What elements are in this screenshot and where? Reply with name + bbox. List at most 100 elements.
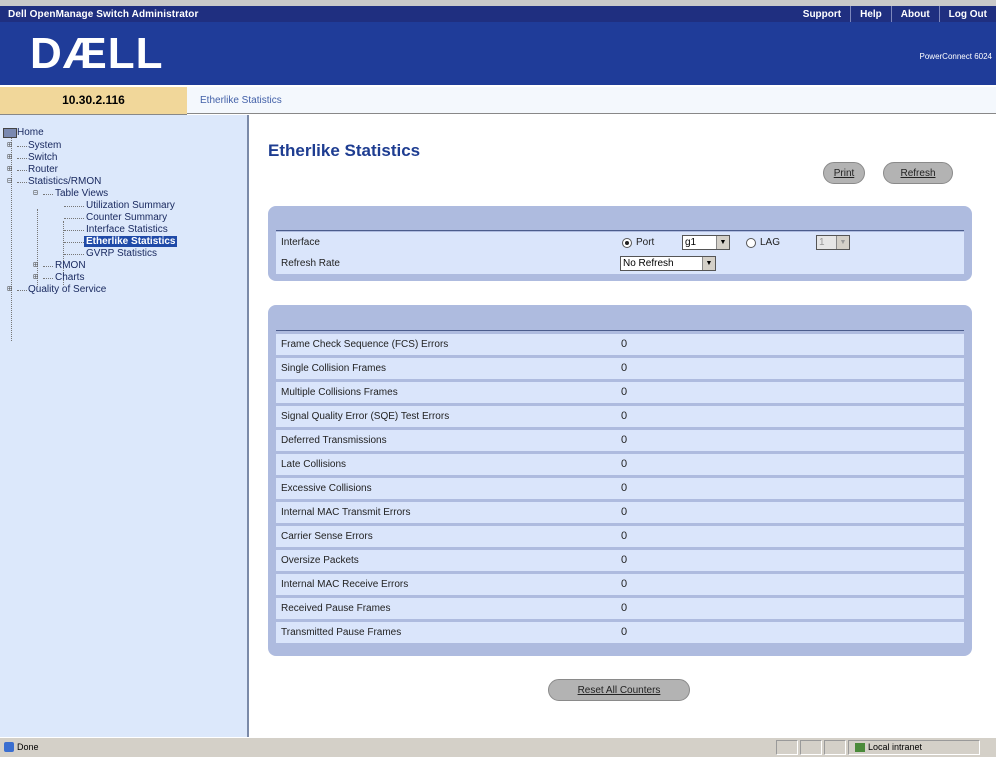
statistics-row: Multiple Collisions Frames 0 (276, 382, 964, 403)
expand-icon[interactable]: ⊞ (7, 152, 12, 161)
statistic-value: 0 (621, 386, 628, 398)
statistics-row: Single Collision Frames 0 (276, 358, 964, 379)
status-bar: Done Local intranet (0, 737, 996, 757)
tree-guide-line (17, 170, 27, 171)
statistics-row: Excessive Collisions 0 (276, 478, 964, 499)
statistic-label: Multiple Collisions Frames (281, 387, 398, 398)
statistic-label: Late Collisions (281, 459, 347, 470)
statistic-value: 0 (621, 506, 628, 518)
tree-item-rmon[interactable]: RMON (55, 260, 86, 271)
port-select[interactable]: g1 ▼ (682, 235, 730, 250)
intranet-zone-icon (855, 743, 865, 752)
page-title: Etherlike Statistics (268, 141, 421, 160)
tree-item-charts[interactable]: Charts (55, 272, 84, 283)
statistics-row: Received Pause Frames 0 (276, 598, 964, 619)
statistic-value: 0 (621, 362, 628, 374)
expand-icon[interactable]: ⊞ (7, 140, 12, 149)
app-title: Dell OpenManage Switch Administrator (8, 9, 199, 20)
tree-item-etherlike-statistics[interactable]: Etherlike Statistics (84, 236, 178, 247)
collapse-icon[interactable]: ⊟ (7, 176, 12, 185)
zone-text: Local intranet (868, 742, 923, 752)
page-icon (4, 742, 14, 752)
refresh-button[interactable]: Refresh (883, 162, 953, 184)
tree-item-home[interactable]: Home (17, 127, 44, 138)
tree-guide-line (17, 182, 27, 183)
dropdown-arrow-icon: ▼ (716, 236, 729, 249)
banner: DÆLL PowerConnect 6024 (0, 22, 996, 85)
tree-item-gvrp-statistics[interactable]: GVRP Statistics (86, 248, 157, 259)
refresh-rate-value: No Refresh (623, 258, 674, 269)
statistics-row: Transmitted Pause Frames 0 (276, 622, 964, 643)
support-link[interactable]: Support (794, 6, 850, 22)
logout-link[interactable]: Log Out (938, 6, 996, 22)
statistic-label: Deferred Transmissions (281, 435, 387, 446)
statistic-label: Oversize Packets (281, 555, 359, 566)
tree-item-table-views[interactable]: Table Views (55, 188, 108, 199)
tree-guide-line (17, 146, 27, 147)
statistic-value: 0 (621, 626, 628, 638)
statistics-row: Carrier Sense Errors 0 (276, 526, 964, 547)
tree-item-switch[interactable]: Switch (28, 152, 57, 163)
statistic-value: 0 (621, 602, 628, 614)
main-content: Etherlike Statistics Print Refresh Inter… (251, 115, 996, 737)
help-link[interactable]: Help (850, 6, 891, 22)
statistic-label: Internal MAC Receive Errors (281, 579, 409, 590)
expand-icon[interactable]: ⊞ (7, 164, 12, 173)
tree-item-system[interactable]: System (28, 140, 61, 151)
expand-icon[interactable]: ⊞ (7, 284, 12, 293)
statistic-value: 0 (621, 458, 628, 470)
panel-divider (276, 230, 964, 231)
tree-item-interface-statistics[interactable]: Interface Statistics (86, 224, 168, 235)
tree-item-quality-of-service[interactable]: Quality of Service (28, 284, 106, 295)
statistics-row: Internal MAC Receive Errors 0 (276, 574, 964, 595)
device-ip: 10.30.2.116 (0, 87, 187, 115)
interface-label: Interface (281, 237, 320, 248)
port-select-value: g1 (685, 237, 697, 248)
port-label: Port (636, 237, 655, 248)
tree-item-utilization-summary[interactable]: Utilization Summary (86, 200, 175, 211)
refresh-rate-label: Refresh Rate (281, 258, 340, 269)
title-bar: Dell OpenManage Switch Administrator Sup… (0, 0, 996, 22)
tree-guide-line (43, 266, 53, 267)
expand-icon[interactable]: ⊞ (33, 260, 38, 269)
dell-logo: DÆLL (30, 29, 164, 78)
refresh-rate-select[interactable]: No Refresh ▼ (620, 256, 716, 271)
statistics-row: Late Collisions 0 (276, 454, 964, 475)
statistic-label: Single Collision Frames (281, 363, 387, 374)
collapse-icon[interactable]: ⊟ (33, 188, 38, 197)
tree-guide-line (43, 278, 53, 279)
refresh-rate-row: Refresh Rate No Refresh ▼ (276, 253, 964, 274)
port-radio[interactable] (622, 238, 632, 248)
lag-radio[interactable] (746, 238, 756, 248)
status-cell (776, 740, 798, 755)
statistic-value: 0 (621, 554, 628, 566)
tree-item-statistics-rmon[interactable]: Statistics/RMON (28, 176, 101, 187)
statistic-value: 0 (621, 410, 628, 422)
statistic-label: Transmitted Pause Frames (281, 627, 402, 638)
status-cell (800, 740, 822, 755)
statistics-row: Deferred Transmissions 0 (276, 430, 964, 451)
statistic-value: 0 (621, 482, 628, 494)
about-link[interactable]: About (890, 6, 939, 22)
statistic-value: 0 (621, 338, 628, 350)
statistic-value: 0 (621, 530, 628, 542)
reset-all-counters-button[interactable]: Reset All Counters (548, 679, 690, 701)
top-links: Support Help About Log Out (794, 6, 996, 22)
tree-item-router[interactable]: Router (28, 164, 58, 175)
tree-guide-line (64, 254, 84, 255)
tree-item-counter-summary[interactable]: Counter Summary (86, 212, 167, 223)
tree-guide-line (17, 290, 27, 291)
statistic-value: 0 (621, 578, 628, 590)
expand-icon[interactable]: ⊞ (33, 272, 38, 281)
tree-guide-line (43, 194, 53, 195)
interface-row: Interface Port g1 ▼ LAG 1 ▼ (276, 232, 964, 253)
lag-select[interactable]: 1 ▼ (816, 235, 850, 250)
dropdown-arrow-icon: ▼ (836, 236, 849, 249)
statistic-label: Excessive Collisions (281, 483, 372, 494)
breadcrumb: Etherlike Statistics (200, 95, 282, 106)
tree-guide-line (64, 206, 84, 207)
lag-label: LAG (760, 237, 781, 248)
print-button[interactable]: Print (823, 162, 865, 184)
statistics-row: Frame Check Sequence (FCS) Errors 0 (276, 334, 964, 355)
tree-guide-line (17, 158, 27, 159)
